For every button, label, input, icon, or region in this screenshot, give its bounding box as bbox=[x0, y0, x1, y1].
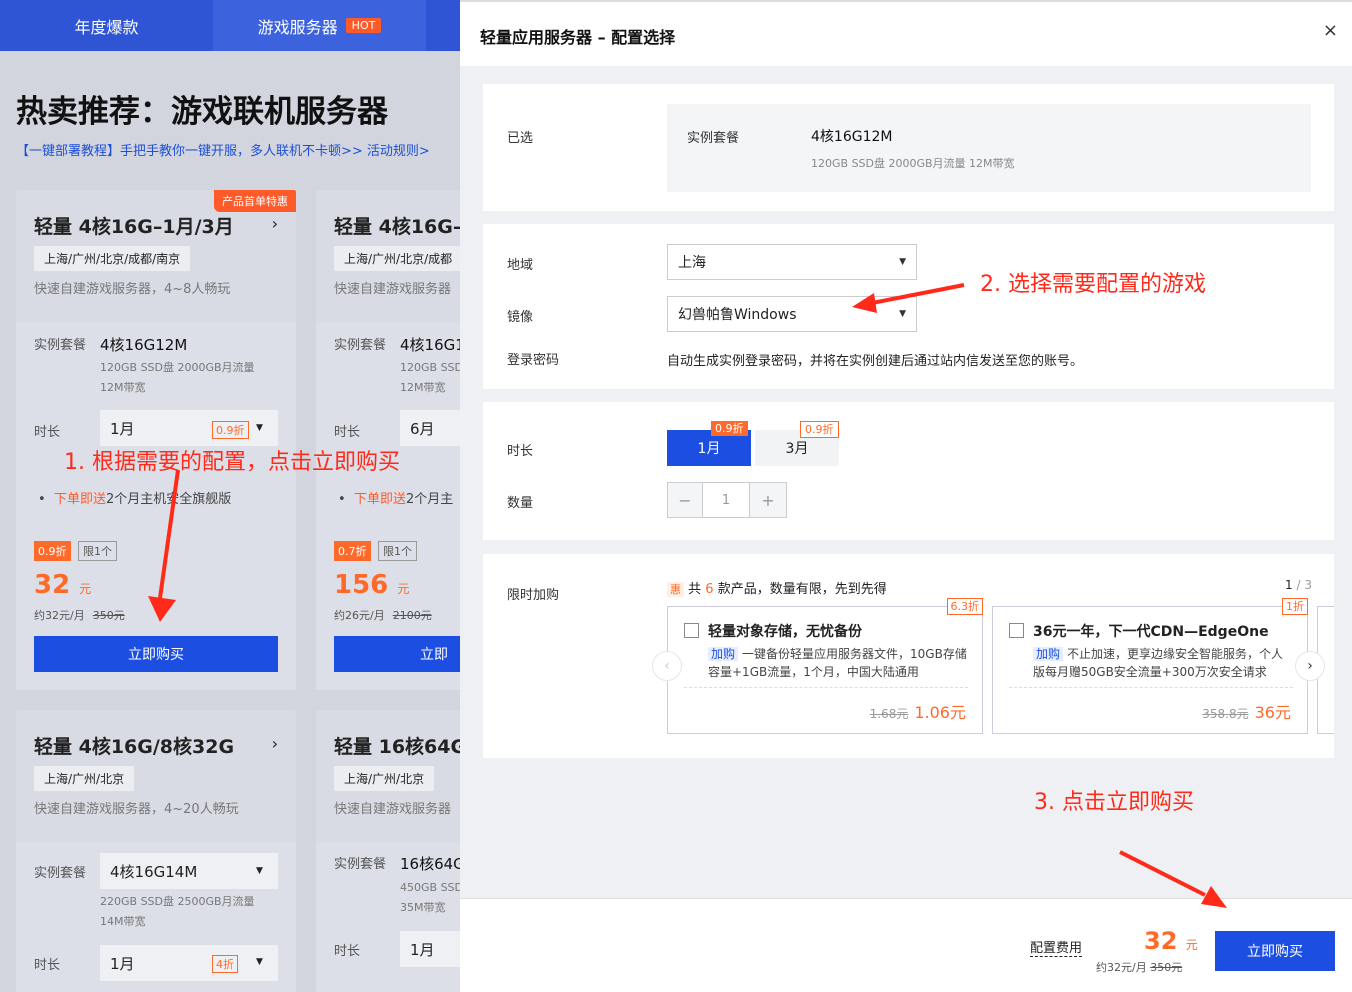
annotation-arrow-icon bbox=[852, 283, 1227, 908]
background-page: 年度爆款 游戏服务器 HOT 热卖推荐：游戏联机服务器 【一键部署教程】手把手教你… bbox=[0, 0, 460, 992]
annotation-arrow-icon bbox=[148, 469, 180, 622]
config-panel: 轻量应用服务器 – 配置选择 × 已选 实例套餐 4核16G12M 120GB … bbox=[460, 0, 1352, 992]
